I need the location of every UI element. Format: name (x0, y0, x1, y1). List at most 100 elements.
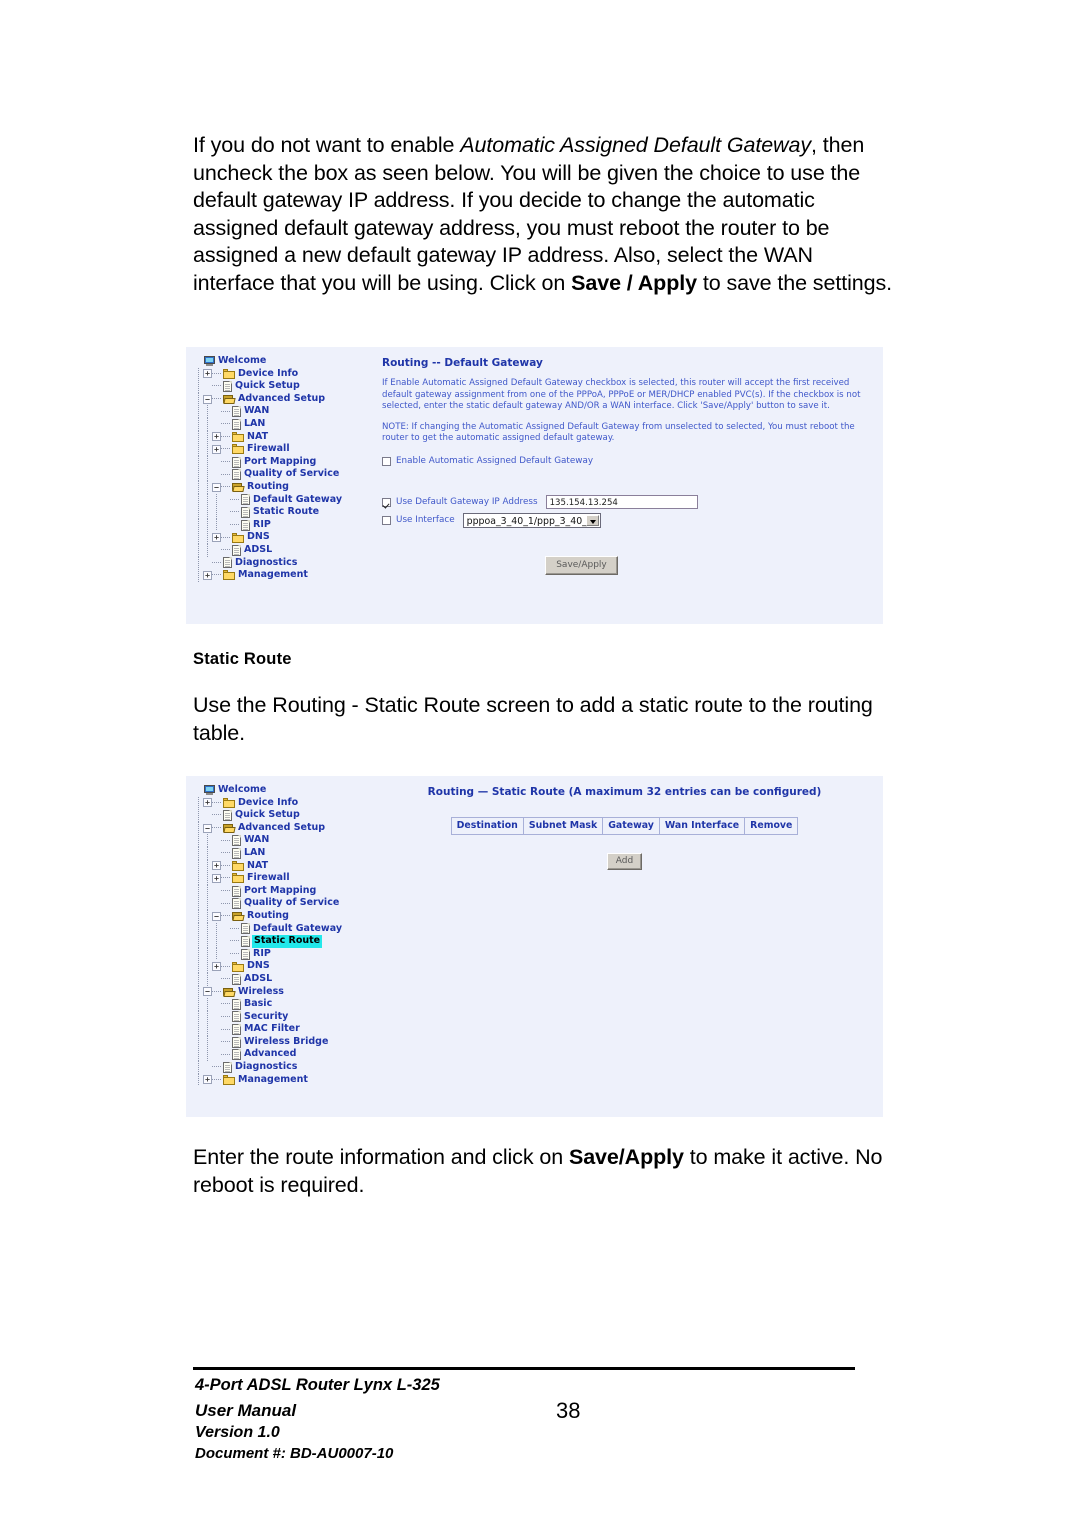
tree-item-dns[interactable]: + DNS (194, 531, 382, 544)
tree-item-lan[interactable]: LAN (194, 417, 382, 431)
tree-item-rip[interactable]: RIP (194, 947, 382, 961)
page-icon (223, 557, 232, 569)
tree-item-adsl[interactable]: ADSL (194, 543, 382, 557)
tree-item-basic[interactable]: Basic (194, 998, 382, 1011)
collapse-icon[interactable]: − (203, 823, 212, 833)
tree-item-label: Static Route (253, 506, 320, 518)
page-icon (223, 380, 232, 392)
tree-item-wireless-bridge[interactable]: Wireless Bridge (194, 1035, 382, 1049)
tree-item-wireless[interactable]: − Wireless (194, 985, 382, 999)
save-apply-button[interactable]: Save/Apply (545, 555, 618, 575)
tree-item-diagnostics[interactable]: Diagnostics (194, 1061, 382, 1074)
checkbox-use-interface[interactable] (382, 515, 391, 525)
expand-icon[interactable]: + (203, 369, 212, 379)
add-button[interactable]: Add (606, 853, 643, 870)
tree-connector (221, 1003, 230, 1005)
tree-item-advanced[interactable]: Advanced (194, 1048, 382, 1062)
tree-guide-line (194, 569, 203, 582)
expand-icon[interactable]: + (212, 444, 221, 454)
collapse-icon[interactable]: − (212, 482, 221, 492)
navigation-tree-static-route[interactable]: Welcome + Device Info Quick Setup − Advanced … (194, 784, 382, 1087)
expand-icon[interactable]: + (212, 533, 221, 543)
tree-item-welcome[interactable]: Welcome (194, 784, 382, 797)
tree-item-lan[interactable]: LAN (194, 846, 382, 860)
tree-connector (212, 801, 221, 804)
expand-icon[interactable]: + (203, 1075, 212, 1085)
tree-item-wan[interactable]: WAN (194, 834, 382, 847)
tree-item-label: DNS (247, 960, 270, 972)
tree-guide-line (194, 493, 203, 507)
row-use-default-gateway-ip[interactable]: Use Default Gateway IP Address 135.154.1… (382, 495, 877, 510)
tree-item-default-gateway[interactable]: Default Gateway (194, 922, 382, 936)
expand-icon[interactable]: + (212, 873, 221, 883)
tree-item-label: RIP (253, 518, 271, 530)
tree-item-nat[interactable]: + NAT (194, 859, 382, 873)
tree-item-welcome[interactable]: Welcome (194, 355, 382, 368)
tree-connector (212, 385, 221, 387)
tree-item-management[interactable]: + Management (194, 569, 382, 582)
expand-icon[interactable]: + (212, 962, 221, 972)
expand-icon[interactable]: + (203, 570, 212, 580)
row-use-interface[interactable]: Use Interface pppoa_3_40_1/ppp_3_40_1 (382, 512, 877, 528)
chevron-down-icon[interactable] (585, 514, 599, 526)
tree-item-quality-of-service[interactable]: Quality of Service (194, 468, 382, 481)
tree-connector (221, 1053, 230, 1056)
tree-connector (221, 549, 230, 551)
tree-item-label: Port Mapping (244, 455, 317, 467)
checkbox-use-default-gateway-ip-address[interactable] (382, 497, 391, 507)
tree-item-adsl[interactable]: ADSL (194, 972, 382, 986)
tree-item-label: Management (238, 569, 308, 581)
tree-item-label: Advanced (244, 1048, 297, 1060)
tree-connector (212, 1066, 221, 1068)
text-run: If you do not want to enable (193, 133, 461, 157)
page-icon (241, 506, 250, 518)
wan-interface-select[interactable]: pppoa_3_40_1/ppp_3_40_1 (462, 512, 601, 528)
tree-item-label: LAN (244, 417, 266, 429)
tree-guide-line (203, 859, 212, 873)
tree-guide-line (194, 543, 203, 557)
tree-guide-line (194, 518, 203, 532)
collapse-icon[interactable]: − (203, 394, 212, 404)
collapse-icon[interactable]: − (212, 911, 221, 921)
tree-item-security[interactable]: Security (194, 1010, 382, 1024)
tree-item-default-gateway[interactable]: Default Gateway (194, 493, 382, 507)
tree-item-firewall[interactable]: + Firewall (194, 872, 382, 885)
tree-item-rip[interactable]: RIP (194, 518, 382, 532)
expand-icon[interactable]: + (203, 798, 212, 808)
tree-item-wan[interactable]: WAN (194, 405, 382, 418)
tree-item-device-info[interactable]: + Device Info (194, 796, 382, 810)
tree-item-quick-setup[interactable]: Quick Setup (194, 809, 382, 822)
row-enable-automatic-gateway[interactable]: Enable Automatic Assigned Default Gatewa… (382, 454, 877, 469)
tree-connector (212, 574, 221, 576)
tree-item-routing[interactable]: − Routing (194, 909, 382, 923)
tree-item-port-mapping[interactable]: Port Mapping (194, 884, 382, 898)
tree-item-routing[interactable]: − Routing (194, 480, 382, 494)
tree-item-firewall[interactable]: + Firewall (194, 443, 382, 456)
tree-connector (221, 978, 230, 980)
tree-item-advanced-setup[interactable]: − Advanced Setup (194, 392, 382, 406)
tree-item-quality-of-service[interactable]: Quality of Service (194, 897, 382, 910)
tree-item-label: Device Info (238, 367, 299, 379)
tree-item-management[interactable]: + Management (194, 1073, 382, 1087)
page-icon (241, 935, 250, 947)
tree-item-label: RIP (253, 947, 271, 959)
tree-item-static-route[interactable]: Static Route (194, 506, 382, 519)
expand-icon[interactable]: + (212, 432, 221, 442)
tree-item-device-info[interactable]: + Device Info (194, 367, 382, 381)
expand-icon[interactable]: + (212, 861, 221, 871)
tree-item-advanced-setup[interactable]: − Advanced Setup (194, 821, 382, 835)
tree-item-label: Wireless Bridge (244, 1035, 329, 1047)
collapse-icon[interactable]: − (203, 987, 212, 997)
tree-item-mac-filter[interactable]: MAC Filter (194, 1023, 382, 1036)
tree-item-port-mapping[interactable]: Port Mapping (194, 455, 382, 469)
navigation-tree-default-gateway[interactable]: Welcome + Device Info Quick Setup − Advanced … (194, 355, 382, 582)
tree-item-quick-setup[interactable]: Quick Setup (194, 380, 382, 393)
tree-item-diagnostics[interactable]: Diagnostics (194, 556, 382, 570)
gateway-ip-input[interactable]: 135.154.13.254 (545, 495, 698, 510)
tree-item-nat[interactable]: + NAT (194, 430, 382, 444)
checkbox-enable-automatic-assigned-default-gateway[interactable] (382, 456, 391, 466)
tree-item-static-route[interactable]: Static Route (194, 935, 382, 948)
tree-item-dns[interactable]: + DNS (194, 960, 382, 973)
